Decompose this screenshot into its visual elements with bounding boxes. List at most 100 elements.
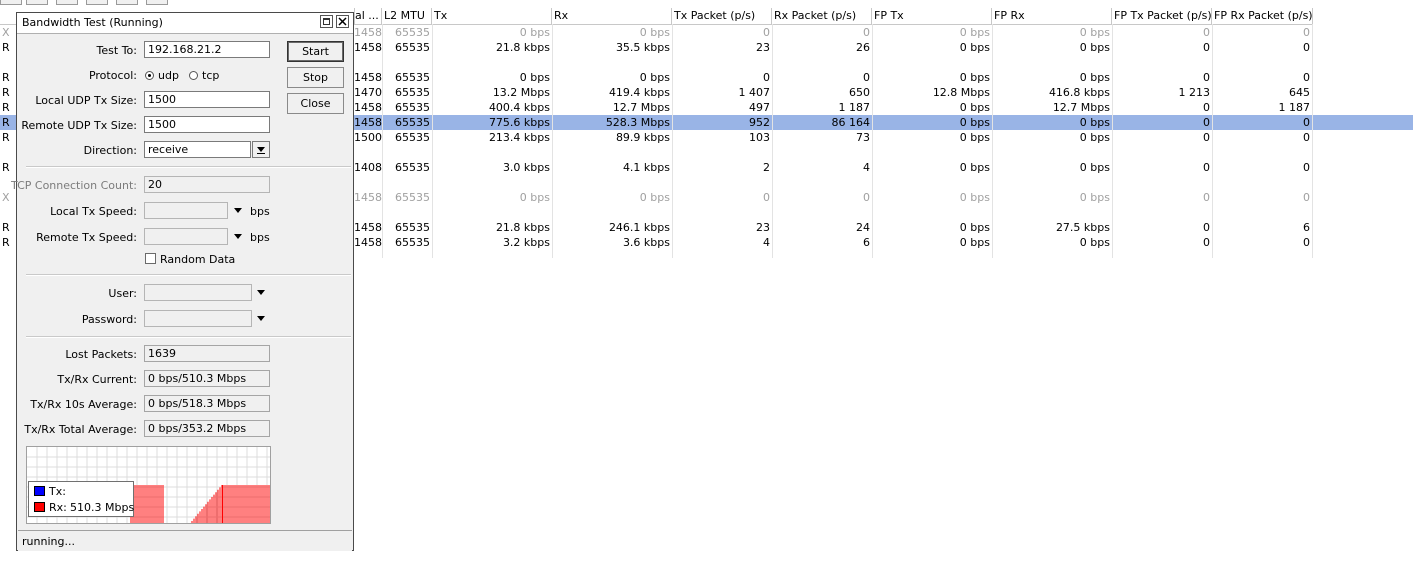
cell-fptxp: 0 — [1203, 191, 1210, 204]
cell-fprx: 27.5 kbps — [1055, 221, 1110, 234]
cell-l2mtu: 65535 — [395, 101, 430, 114]
user-input[interactable] — [144, 284, 252, 301]
cell-fprxp: 0 — [1303, 161, 1310, 174]
remote-tx-speed-input[interactable] — [144, 228, 228, 245]
row-flag: R — [2, 86, 10, 99]
toolbar-button[interactable] — [56, 0, 78, 5]
local-tx-speed-dropdown-icon[interactable] — [234, 208, 242, 213]
column-divider — [772, 24, 773, 258]
cell-fprxp: 0 — [1303, 131, 1310, 144]
toolbar-button[interactable] — [86, 0, 108, 5]
txrx-10s-average-label: Tx/Rx 10s Average: — [30, 398, 137, 411]
column-divider — [992, 24, 993, 258]
header-mtu[interactable]: al ... — [353, 8, 382, 24]
cell-fprxp: 0 — [1303, 191, 1310, 204]
cell-rx: 35.5 kbps — [615, 41, 670, 54]
toolbar-button[interactable] — [0, 0, 22, 5]
protocol-tcp-label[interactable]: tcp — [202, 69, 219, 82]
tx-legend-label: Tx: — [49, 485, 66, 498]
lost-packets-label: Lost Packets: — [65, 348, 137, 361]
cell-rxp: 73 — [856, 131, 870, 144]
toolbar-button[interactable] — [26, 0, 48, 5]
cell-fptx: 0 bps — [959, 236, 990, 249]
dialog-titlebar[interactable]: Bandwidth Test (Running) — [17, 13, 353, 34]
cell-fptx: 0 bps — [959, 101, 990, 114]
header-fp-rx[interactable]: FP Rx — [992, 8, 1112, 24]
header-tx-packet[interactable]: Tx Packet (p/s) — [672, 8, 772, 24]
password-input[interactable] — [144, 310, 252, 327]
cell-tx: 21.8 kbps — [495, 221, 550, 234]
header-l2mtu[interactable]: L2 MTU — [382, 8, 432, 24]
cell-rxp: 1 187 — [838, 101, 871, 114]
cell-l2mtu: 65535 — [395, 26, 430, 39]
cell-rxp: 86 164 — [831, 116, 871, 129]
cell-rxp: 4 — [863, 161, 870, 174]
direction-select[interactable]: receive — [144, 141, 251, 158]
cell-fptxp: 0 — [1203, 131, 1210, 144]
remote-udp-tx-size-input[interactable]: 1500 — [144, 116, 270, 133]
cell-fptxp: 0 — [1203, 221, 1210, 234]
cell-l2mtu: 65535 — [395, 236, 430, 249]
separator — [26, 274, 351, 276]
cell-txp: 4 — [763, 236, 770, 249]
header-fp-rx-packet[interactable]: FP Rx Packet (p/s) — [1212, 8, 1313, 24]
status-text: running... — [22, 535, 75, 548]
random-data-checkbox[interactable] — [145, 253, 156, 264]
cell-fptxp: 0 — [1203, 71, 1210, 84]
header-rx-packet[interactable]: Rx Packet (p/s) — [772, 8, 872, 24]
cell-fprx: 0 bps — [1079, 26, 1110, 39]
protocol-tcp-radio[interactable] — [189, 71, 198, 80]
cell-fptxp: 0 — [1203, 41, 1210, 54]
cell-fptx: 0 bps — [959, 26, 990, 39]
row-flag: X — [2, 191, 10, 204]
random-data-label[interactable]: Random Data — [160, 253, 235, 266]
toolbar-button[interactable] — [146, 0, 168, 5]
cell-fptx: 0 bps — [959, 221, 990, 234]
direction-dropdown-button[interactable] — [252, 141, 270, 158]
cell-l2mtu: 65535 — [395, 86, 430, 99]
column-divider — [872, 24, 873, 258]
cell-tx: 0 bps — [519, 26, 550, 39]
cell-rxp: 6 — [863, 236, 870, 249]
column-divider — [672, 24, 673, 258]
cell-fptx: 0 bps — [959, 41, 990, 54]
toolbar-button[interactable] — [116, 0, 138, 5]
local-tx-speed-unit: bps — [250, 205, 270, 218]
tx-legend-swatch — [34, 486, 45, 496]
maximize-icon[interactable] — [320, 15, 333, 28]
protocol-udp-label[interactable]: udp — [158, 69, 179, 82]
cell-l2mtu: 65535 — [395, 41, 430, 54]
remote-udp-tx-size-label: Remote UDP Tx Size: — [21, 119, 137, 132]
cell-rx: 89.9 kbps — [615, 131, 670, 144]
row-flag: R — [2, 71, 10, 84]
cell-rx: 3.6 kbps — [622, 236, 670, 249]
graph-legend: Tx: Rx: 510.3 Mbps — [28, 481, 134, 517]
local-tx-speed-label: Local Tx Speed: — [50, 205, 137, 218]
cell-mtu: 1470 — [354, 86, 382, 99]
cell-fprxp: 0 — [1303, 26, 1310, 39]
cell-txp: 23 — [756, 41, 770, 54]
protocol-udp-radio[interactable] — [145, 71, 154, 80]
test-to-input[interactable]: 192.168.21.2 — [144, 41, 270, 58]
user-dropdown-icon[interactable] — [257, 290, 265, 295]
remote-tx-speed-dropdown-icon[interactable] — [234, 234, 242, 239]
stop-button[interactable]: Stop — [287, 67, 344, 88]
column-divider — [1112, 24, 1113, 258]
header-rx[interactable]: Rx — [552, 8, 672, 24]
password-dropdown-icon[interactable] — [257, 316, 265, 321]
header-tx[interactable]: Tx — [432, 8, 552, 24]
cell-rxp: 0 — [863, 191, 870, 204]
row-flag: R — [2, 101, 10, 114]
toolbar-strip — [0, 0, 1413, 5]
cell-l2mtu: 65535 — [395, 191, 430, 204]
header-fp-tx[interactable]: FP Tx — [872, 8, 992, 24]
close-icon[interactable] — [336, 15, 349, 28]
header-fp-tx-packet[interactable]: FP Tx Packet (p/s) — [1112, 8, 1212, 24]
tcp-connection-count-input[interactable]: 20 — [144, 176, 270, 193]
cell-mtu: 1408 — [354, 161, 382, 174]
rx-legend-value: 510.3 Mbps — [70, 501, 135, 514]
close-button[interactable]: Close — [287, 93, 344, 114]
local-udp-tx-size-input[interactable]: 1500 — [144, 91, 270, 108]
local-tx-speed-input[interactable] — [144, 202, 228, 219]
start-button[interactable]: Start — [287, 41, 344, 62]
